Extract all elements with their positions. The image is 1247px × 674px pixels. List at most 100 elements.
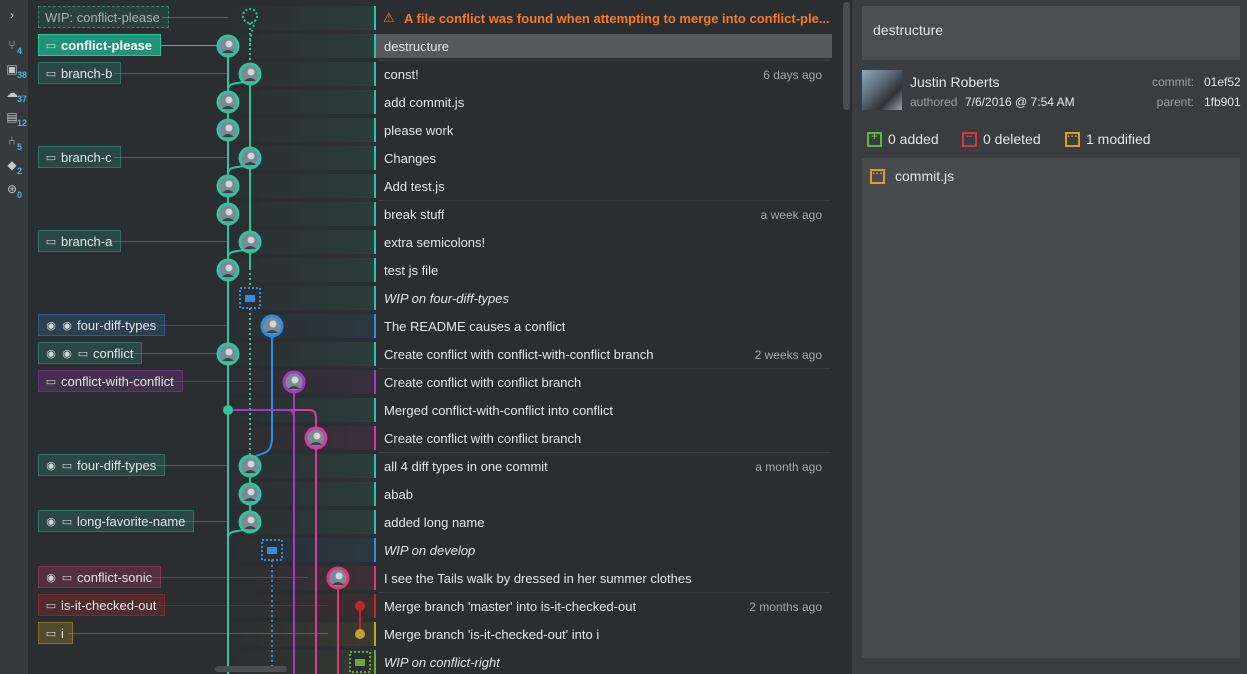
branch-label[interactable]: ▭ conflict-with-conflict — [38, 370, 183, 392]
lane-color-bar — [374, 258, 376, 282]
commit-row[interactable]: break stuff a week ago — [28, 200, 832, 228]
chevron-right-button[interactable]: › — [0, 6, 28, 28]
graph-row-band — [228, 202, 374, 226]
github-icon: ◉ — [62, 347, 72, 360]
author-avatar — [862, 70, 902, 110]
lane-color-bar — [374, 538, 376, 562]
graph-row-band — [228, 174, 374, 198]
commit-row[interactable]: The README causes a conflict ◉ ◉ four-diff-… — [28, 312, 832, 340]
graph-row-band — [228, 510, 374, 534]
branch-name: conflict-with-conflict — [61, 373, 174, 389]
branch-label[interactable]: ▭ branch-a — [38, 230, 122, 252]
pull-request-button[interactable]: ⑃ 5 — [0, 132, 28, 154]
graph-row-band — [228, 230, 374, 254]
lane-color-bar — [374, 594, 376, 618]
commit-row[interactable]: ⚠ A file conflict was found when attempti… — [28, 4, 832, 32]
commit-row[interactable]: destructure ▭ conflict-please — [28, 32, 832, 60]
count-badge: 12 — [17, 118, 28, 128]
commit-message: const! — [384, 67, 419, 82]
commit-row[interactable]: please work — [28, 116, 832, 144]
lane-color-bar — [374, 482, 376, 506]
commit-row[interactable]: Merge branch 'is-it-checked-out' into i ▭… — [28, 620, 832, 648]
branch-label[interactable]: ◉ ◉ ▭ conflict — [38, 342, 143, 364]
laptop-icon: ▭ — [45, 235, 57, 248]
warning-icon: ⚠ — [383, 10, 395, 25]
tag-button[interactable]: ◆ 2 — [0, 156, 28, 178]
lane-color-bar — [374, 426, 376, 450]
graph-row-band — [228, 314, 374, 338]
commit-row[interactable]: WIP on develop — [28, 536, 832, 564]
branch-label[interactable]: ▭ i — [38, 622, 73, 644]
ref-connector — [156, 605, 328, 606]
commit-time: 2 weeks ago — [754, 348, 822, 362]
lane-color-bar — [374, 90, 376, 114]
lane-color-bar — [374, 62, 376, 86]
modified-label: 1 modified — [1086, 131, 1151, 147]
laptop-icon: ▭ — [61, 459, 73, 472]
branch-label[interactable]: ◉ ▭ four-diff-types — [38, 454, 166, 476]
left-toolbar: › ⑂ 4 ▣ 38 ☁ 37 ▤ 12 ⑃ 5 ◆ 2 ⊛ 0 — [0, 0, 28, 674]
commit-row[interactable]: WIP on four-diff-types — [28, 284, 832, 312]
commit-row[interactable]: Merged conflict-with-conflict into confl… — [28, 396, 832, 424]
commit-row[interactable]: Merge branch 'master' into is-it-checked… — [28, 592, 832, 620]
horizontal-scrollbar[interactable] — [215, 666, 287, 672]
submodule-button[interactable]: ⊛ 0 — [0, 180, 28, 202]
branch-name: long-favorite-name — [77, 513, 186, 529]
branch-label[interactable]: ▭ conflict-please — [38, 34, 162, 56]
ref-connector — [148, 577, 308, 578]
branch-label[interactable]: ▭ branch-b — [38, 62, 122, 84]
commit-row[interactable]: extra semicolons! ▭ branch-a — [28, 228, 832, 256]
branch-label[interactable]: ◉ ◉ four-diff-types — [38, 314, 166, 336]
commit-message: break stuff — [384, 207, 445, 222]
github-icon: ◉ — [46, 319, 56, 332]
commit-row[interactable]: all 4 diff types in one commit a month ag… — [28, 452, 832, 480]
commit-message: Changes — [384, 151, 437, 166]
commit-row[interactable]: added long name ◉ ▭ long-favorite-name — [28, 508, 832, 536]
cloud-button[interactable]: ☁ 37 — [0, 84, 28, 106]
count-badge: 0 — [17, 190, 23, 200]
ref-connector — [68, 633, 328, 634]
lane-color-bar — [374, 398, 376, 422]
added-label: 0 added — [888, 131, 939, 147]
branch-label[interactable]: ▭ is-it-checked-out — [38, 594, 166, 616]
branch-label[interactable]: ◉ ▭ long-favorite-name — [38, 510, 195, 532]
lane-color-bar — [374, 650, 376, 674]
graph-row-band — [228, 426, 374, 450]
commit-row[interactable]: Create conflict with conflict branch ▭ con… — [28, 368, 832, 396]
commit-row[interactable]: const! 6 days ago ▭ branch-b — [28, 60, 832, 88]
commit-sha[interactable]: 01ef52 — [1204, 75, 1241, 89]
branch-name: four-diff-types — [77, 457, 157, 473]
file-item[interactable]: ··· commit.js — [870, 168, 954, 184]
commit-message: The README causes a conflict — [384, 319, 566, 334]
laptop-icon: ▭ — [61, 515, 73, 528]
parent-sha[interactable]: 1fb901 — [1204, 95, 1241, 109]
remote-button[interactable]: ▣ 38 — [0, 60, 28, 82]
branch-label[interactable]: ▭ branch-c — [38, 146, 121, 168]
local-branch-button[interactable]: ⑂ 4 — [0, 36, 28, 58]
graph-row-band — [228, 370, 374, 394]
modified-count[interactable]: ··· 1 modified — [1065, 131, 1151, 147]
deleted-icon: − — [962, 131, 977, 147]
added-count[interactable]: + 0 added — [867, 131, 939, 147]
deleted-count[interactable]: − 0 deleted — [962, 131, 1041, 147]
commit-row[interactable]: I see the Tails walk by dressed in her s… — [28, 564, 832, 592]
commit-row[interactable]: test js file — [28, 256, 832, 284]
graph-row-band — [228, 454, 374, 478]
lane-color-bar — [374, 174, 376, 198]
commit-row[interactable]: Changes ▭ branch-c — [28, 144, 832, 172]
github-icon: ◉ — [46, 459, 56, 472]
commit-row[interactable]: Add test.js — [28, 172, 832, 200]
commit-row[interactable]: Create conflict with conflict branch — [28, 424, 832, 452]
commit-row[interactable]: abab — [28, 480, 832, 508]
stash-button[interactable]: ▤ 12 — [0, 108, 28, 130]
commit-row[interactable]: Create conflict with conflict-with-confl… — [28, 340, 832, 368]
vertical-scrollbar-thumb[interactable] — [843, 2, 850, 110]
added-icon: + — [867, 131, 882, 147]
commit-row[interactable]: add commit.js — [28, 88, 832, 116]
branch-label[interactable]: WIP: conflict-please — [38, 6, 169, 28]
branch-label[interactable]: ◉ ▭ conflict-sonic — [38, 566, 162, 588]
branch-name: branch-b — [61, 65, 113, 81]
commit-summary-box[interactable]: destructure — [862, 6, 1240, 60]
commit-row[interactable]: WIP on conflict-right — [28, 648, 832, 674]
commit-time: 2 months ago — [749, 600, 822, 614]
